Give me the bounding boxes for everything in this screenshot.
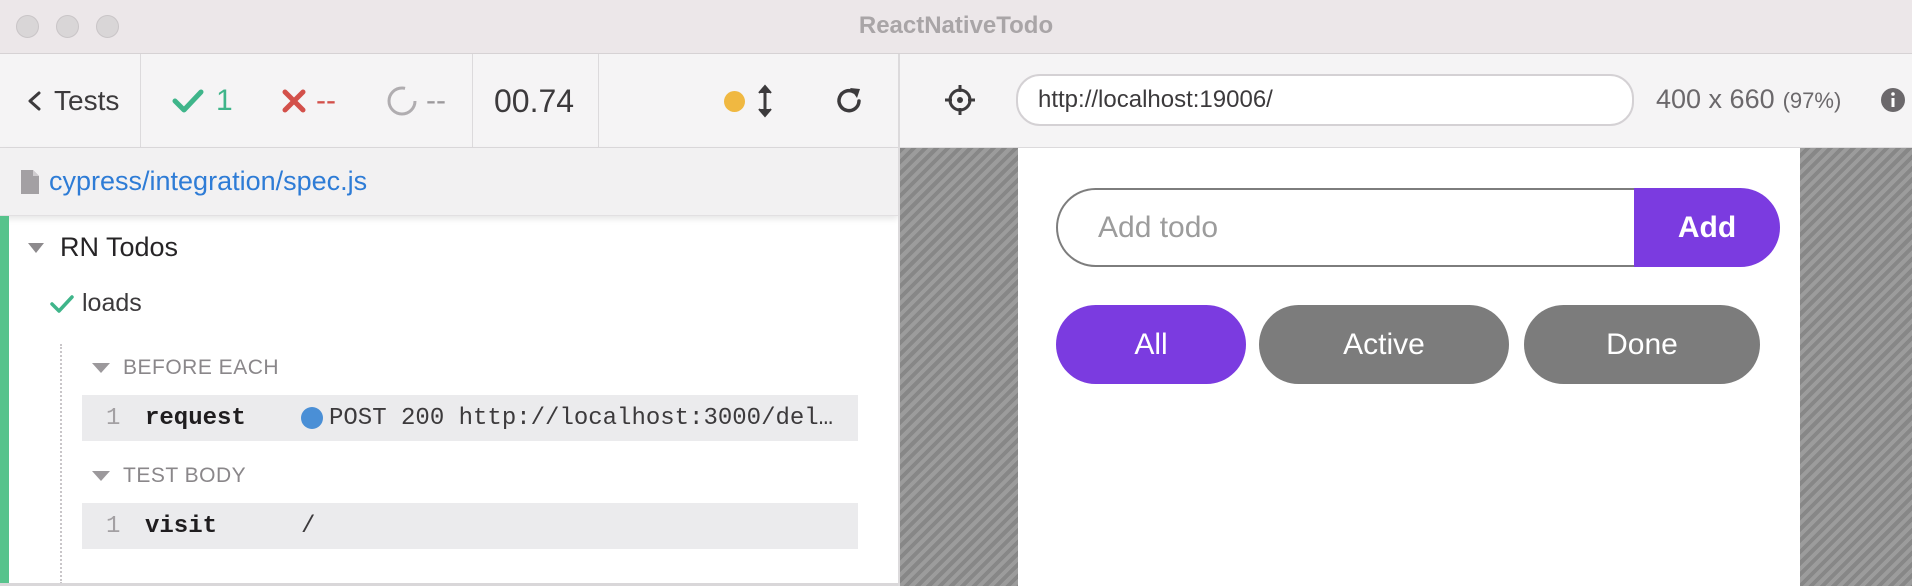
failed-value: -- — [316, 84, 336, 117]
suite-title-text: RN Todos — [60, 232, 179, 262]
command-number: 1 — [106, 512, 121, 540]
passed-value: 1 — [216, 84, 233, 117]
aut-panel: http://localhost:19006/ 400 x 660 (97%) A… — [898, 54, 1912, 586]
viewport-scale: (97%) — [1782, 88, 1842, 113]
command-row-request[interactable]: 1 request POST 200 http://localhost:3000… — [82, 395, 858, 441]
test-title-text: loads — [82, 289, 142, 317]
command-name: visit — [145, 512, 218, 540]
hooks-guide-line — [60, 344, 62, 584]
chevron-left-icon — [28, 91, 41, 111]
viewport-size: 400 x 660 (97%) — [1656, 84, 1841, 115]
divider — [140, 54, 141, 148]
running-status — [724, 54, 745, 148]
divider — [598, 54, 599, 148]
request-status-dot-icon — [301, 407, 323, 429]
vertical-arrows-icon — [758, 84, 772, 118]
add-todo-input[interactable]: Add todo — [1056, 188, 1636, 267]
spec-file-row: cypress/integration/spec.js — [0, 148, 898, 216]
suite-title[interactable]: RN Todos — [28, 232, 178, 263]
hook-before-each[interactable]: BEFORE EACH — [92, 356, 279, 380]
caret-down-icon — [92, 363, 110, 373]
pending-value: -- — [426, 84, 446, 117]
filter-done-button[interactable]: Done — [1524, 305, 1760, 384]
tests-back-button[interactable]: Tests — [24, 54, 119, 148]
aut-url-bar[interactable]: http://localhost:19006/ — [1016, 74, 1634, 126]
selector-playground-button[interactable] — [944, 84, 976, 121]
x-icon — [282, 89, 306, 113]
reporter-panel: Tests 1 -- -- 00.74 cypress/integration/… — [0, 54, 898, 586]
command-message: POST 200 http://localhost:3000/del… — [301, 405, 836, 432]
reload-icon — [837, 88, 861, 113]
status-dot-icon — [724, 90, 745, 112]
info-icon — [1881, 88, 1905, 112]
spec-file-link[interactable]: cypress/integration/spec.js — [49, 166, 367, 197]
filter-all-button[interactable]: All — [1056, 305, 1246, 384]
passed-count[interactable]: 1 — [172, 54, 233, 148]
command-row-visit[interactable]: 1 visit / — [82, 503, 858, 549]
file-icon — [21, 169, 39, 194]
app-iframe: Add todo Add All Active Done — [1018, 148, 1800, 586]
spinner-icon — [387, 86, 417, 116]
stats-bar: Tests 1 -- -- 00.74 — [0, 54, 898, 148]
command-message: / — [301, 513, 836, 540]
test-title[interactable]: loads — [50, 289, 142, 318]
window-title: ReactNativeTodo — [858, 12, 1054, 39]
command-message-text: POST 200 http://localhost:3000/del… — [329, 404, 834, 432]
tests-label: Tests — [54, 85, 120, 116]
command-message-text: / — [301, 512, 316, 540]
suite-pass-indicator — [0, 216, 9, 586]
pending-count[interactable]: -- — [386, 54, 446, 148]
autoscroll-toggle[interactable] — [757, 54, 773, 148]
window-titlebar: ReactNativeTodo — [0, 0, 1912, 54]
aut-header: http://localhost:19006/ 400 x 660 (97%) — [898, 54, 1912, 148]
viewport-dimensions: 400 x 660 — [1656, 84, 1775, 114]
rerun-button[interactable] — [833, 54, 865, 148]
filter-active-button[interactable]: Active — [1259, 305, 1509, 384]
check-icon — [172, 89, 204, 113]
divider — [472, 54, 473, 148]
command-number: 1 — [106, 404, 121, 432]
add-todo-button[interactable]: Add — [1634, 188, 1780, 267]
hook-title-text: BEFORE EACH — [123, 356, 280, 379]
caret-down-icon — [28, 242, 44, 253]
viewport-info-button[interactable] — [1880, 87, 1906, 118]
check-icon — [50, 294, 74, 313]
duration: 00.74 — [494, 82, 575, 119]
aut-stage: Add todo Add All Active Done — [898, 148, 1912, 586]
failed-count[interactable]: -- — [282, 54, 336, 148]
crosshair-icon — [945, 85, 975, 115]
command-name: request — [145, 404, 246, 432]
